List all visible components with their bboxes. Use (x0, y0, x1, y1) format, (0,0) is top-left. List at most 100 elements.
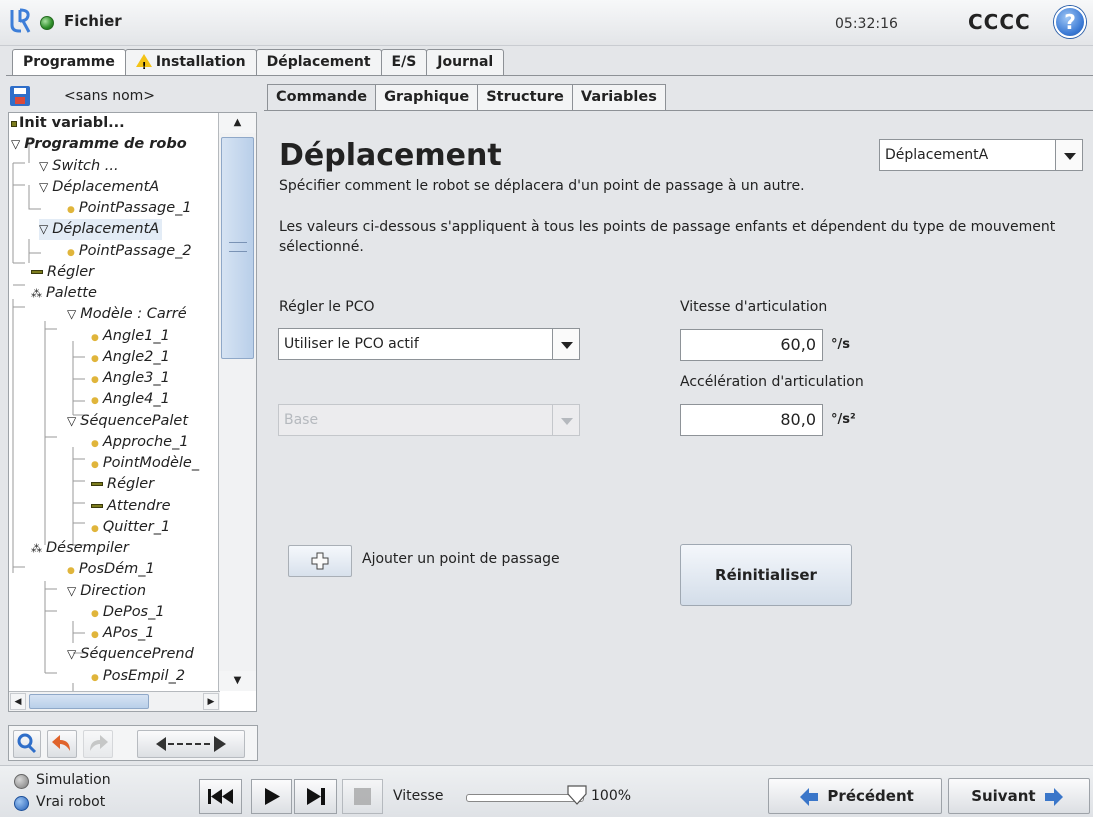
tree-item[interactable]: ● Angle1_1 (91, 326, 170, 347)
tree-item[interactable]: ● PosEmpil_2 (91, 666, 185, 687)
waypoint-icon: ● (67, 566, 75, 576)
tree-item[interactable]: ● Angle2_1 (91, 347, 170, 368)
ur-logo-icon (10, 8, 31, 33)
tree-item-selected[interactable]: ▽ DéplacementA (39, 219, 163, 240)
waypoint-icon: ● (91, 524, 99, 534)
tree-horizontal-scrollbar[interactable]: ◀ ▶ (9, 691, 220, 711)
tree-item[interactable]: ● PointPassage_2 (67, 241, 192, 262)
clock: 05:32:16 (835, 16, 898, 32)
joint-accel-label: Accélération d'articulation (680, 374, 864, 390)
tree-item[interactable]: ● PointModèle_ (91, 453, 199, 474)
tree-item[interactable]: Init variabl... (11, 113, 125, 134)
tree-item[interactable]: Attendre (91, 496, 171, 517)
folder-triangle-icon: ▽ (11, 137, 21, 151)
waypoint-icon: ● (67, 248, 75, 258)
tree-item[interactable]: ▽ SéquencePalet (67, 411, 188, 432)
folder-triangle-icon: ▽ (39, 180, 49, 194)
set-icon (31, 270, 43, 274)
note: Les valeurs ci-dessous s'appliquent à to… (279, 219, 1056, 255)
tab-commande[interactable]: Commande (267, 84, 377, 110)
folder-triangle-icon: ▽ (67, 414, 77, 428)
footer: Simulation Vrai robot Vitesse 100% Précé… (0, 765, 1093, 817)
tree-item[interactable]: ▽ DéplacementA (39, 177, 159, 198)
tree-item[interactable]: ⁂ Désempiler (31, 538, 129, 559)
tab-deplacement[interactable]: Déplacement (255, 49, 382, 75)
tcp-select-value: Utiliser le PCO actif (284, 336, 419, 352)
move-select[interactable]: DéplacementA (879, 139, 1083, 171)
set-icon (91, 482, 103, 486)
simulation-label: Simulation (36, 772, 111, 788)
tree-item[interactable]: ● Approche_1 (91, 432, 189, 453)
search-icon[interactable] (13, 730, 41, 758)
waypoint-icon: ● (91, 354, 99, 364)
help-icon[interactable]: ? (1054, 6, 1086, 38)
warning-triangle-icon (135, 54, 152, 79)
real-robot-label: Vrai robot (36, 794, 106, 810)
redo-icon[interactable] (83, 730, 113, 758)
reset-button[interactable]: Réinitialiser (680, 544, 852, 606)
waypoint-icon: ● (91, 333, 99, 343)
step-forward-icon[interactable] (294, 779, 337, 814)
tree-item[interactable]: ● Angle4_1 (91, 389, 170, 410)
folder-triangle-icon: ▽ (39, 222, 49, 236)
tree-item[interactable]: ▽ Direction (67, 581, 146, 602)
previous-button[interactable]: Précédent (768, 778, 942, 814)
chevron-down-icon[interactable] (1055, 140, 1082, 170)
program-tree[interactable]: Init variabl... ▽ Programme de robo ▽ Swit… (8, 112, 257, 712)
tab-journal[interactable]: Journal (426, 49, 505, 75)
file-menu[interactable]: Fichier (64, 12, 122, 30)
tree-item[interactable]: ● PosDém_1 (67, 559, 155, 580)
joint-speed-field[interactable]: 60,0 (680, 329, 823, 361)
move-node-icon[interactable] (137, 730, 245, 758)
rewind-icon[interactable] (199, 779, 242, 814)
scroll-down-icon[interactable]: ▼ (219, 671, 256, 691)
speed-slider-thumb[interactable] (566, 784, 588, 806)
tree-item[interactable]: ● APos_1 (91, 623, 154, 644)
tcp-select[interactable]: Utiliser le PCO actif (278, 328, 580, 360)
tree-item[interactable]: Régler (31, 262, 94, 283)
speed-label: Vitesse (393, 788, 444, 804)
tab-variables[interactable]: Variables (571, 84, 666, 110)
stop-icon[interactable] (342, 779, 383, 814)
chevron-down-icon[interactable] (552, 329, 579, 359)
undo-icon[interactable] (47, 730, 77, 758)
program-header: <sans nom> (8, 84, 258, 110)
waypoint-icon: ● (91, 609, 99, 619)
description: Spécifier comment le robot se déplacera … (279, 178, 805, 194)
scroll-thumb[interactable] (221, 137, 254, 359)
tree-item[interactable]: ● DePos_1 (91, 602, 165, 623)
arrow-left-icon (800, 787, 819, 806)
waypoint-icon: ● (91, 630, 99, 640)
tree-vertical-scrollbar[interactable]: ▲ ▼ (218, 113, 256, 691)
chevron-down-icon (552, 405, 579, 435)
tree-item[interactable]: ⁂ Palette (31, 283, 97, 304)
set-icon (11, 121, 17, 127)
scroll-thumb[interactable] (29, 694, 149, 709)
tree-item[interactable]: ● Angle3_1 (91, 368, 170, 389)
add-waypoint-button[interactable] (288, 545, 352, 577)
tree-item[interactable]: ▽ Switch ... (39, 156, 119, 177)
scroll-left-icon[interactable]: ◀ (10, 693, 26, 710)
tree-item[interactable]: Régler (91, 474, 154, 495)
joint-accel-field[interactable]: 80,0 (680, 404, 823, 436)
tab-installation[interactable]: Installation (124, 49, 257, 79)
feature-select: Base (278, 404, 580, 436)
add-waypoint-label: Ajouter un point de passage (362, 551, 560, 567)
simulation-radio[interactable] (14, 774, 29, 789)
tab-graphique[interactable]: Graphique (375, 84, 479, 110)
scroll-right-icon[interactable]: ▶ (203, 693, 219, 710)
tree-item[interactable]: ▽ Modèle : Carré (67, 304, 187, 325)
tree-item[interactable]: ▽ SéquencePrend (67, 644, 194, 665)
tab-es[interactable]: E/S (380, 49, 428, 75)
next-button[interactable]: Suivant (948, 778, 1090, 814)
scroll-up-icon[interactable]: ▲ (219, 113, 256, 133)
tree-item[interactable]: ● PointPassage_1 (67, 198, 192, 219)
wait-icon (91, 504, 103, 508)
tree-item[interactable]: ▽ Programme de robo (11, 134, 187, 155)
play-icon[interactable] (251, 779, 292, 814)
tab-programme[interactable]: Programme (12, 49, 126, 76)
save-icon[interactable] (10, 86, 30, 106)
real-robot-radio[interactable] (14, 796, 29, 811)
tab-structure[interactable]: Structure (477, 84, 573, 110)
tree-item[interactable]: ● Quitter_1 (91, 517, 170, 538)
